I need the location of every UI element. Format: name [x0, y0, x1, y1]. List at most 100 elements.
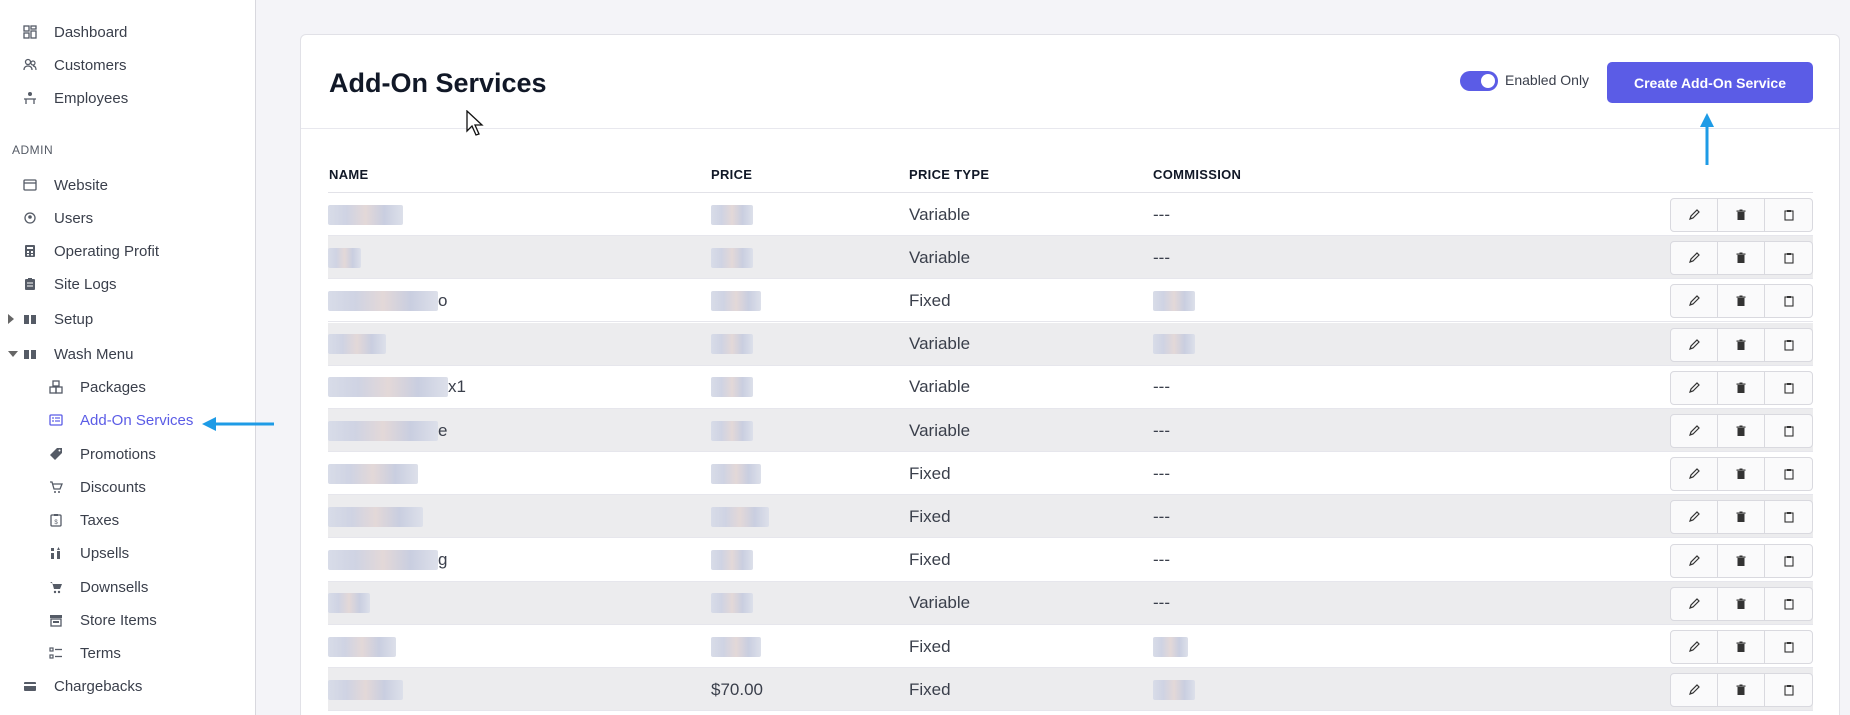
redacted-placeholder	[711, 636, 761, 657]
sidebar-item-add-on-services[interactable]: Add-On Services	[0, 408, 193, 432]
delete-button[interactable]	[1718, 501, 1765, 534]
copy-button[interactable]	[1765, 329, 1812, 361]
table-row[interactable]: e Variable ---	[328, 409, 1813, 452]
edit-button[interactable]	[1671, 199, 1718, 231]
sidebar-item-chargebacks[interactable]: Chargebacks	[0, 674, 142, 698]
sidebar-item-dashboard[interactable]: Dashboard	[0, 20, 127, 44]
sidebar-item-site-logs[interactable]: Site Logs	[0, 272, 117, 296]
delete-button[interactable]	[1718, 587, 1765, 620]
cell-price-type: Variable	[909, 247, 971, 267]
copy-button[interactable]	[1765, 372, 1812, 404]
copy-button[interactable]	[1765, 242, 1812, 274]
cell-price-text: $70.00	[711, 679, 763, 699]
edit-button[interactable]	[1671, 544, 1718, 577]
create-add-on-service-button[interactable]: Create Add-On Service	[1607, 62, 1813, 103]
cell-price-type: Fixed	[909, 463, 951, 483]
copy-button[interactable]	[1765, 588, 1812, 620]
delete-button[interactable]	[1718, 674, 1765, 707]
delete-button[interactable]	[1718, 199, 1765, 231]
chevron-down-icon[interactable]	[8, 351, 18, 357]
delete-button[interactable]	[1718, 458, 1765, 491]
sidebar-item-store-items[interactable]: Store Items	[0, 608, 157, 632]
row-actions	[1670, 370, 1813, 405]
delete-button[interactable]	[1718, 328, 1765, 361]
edit-button[interactable]	[1671, 415, 1718, 447]
sidebar-item-customers[interactable]: Customers	[0, 53, 127, 77]
sidebar-item-taxes[interactable]: $ Taxes	[0, 508, 119, 532]
column-header-price-type[interactable]: PRICE TYPE	[909, 167, 989, 182]
edit-button[interactable]	[1671, 458, 1718, 491]
edit-button[interactable]	[1671, 587, 1718, 620]
edit-button[interactable]	[1671, 242, 1718, 275]
sidebar-item-label: Downsells	[80, 578, 149, 596]
column-header-name[interactable]: NAME	[329, 167, 368, 182]
users-icon	[22, 210, 38, 226]
cell-price-type: Fixed	[909, 550, 951, 570]
sidebar-item-employees[interactable]: Employees	[0, 86, 128, 110]
table-row[interactable]: x1 Variable ---	[328, 366, 1813, 409]
copy-button[interactable]	[1765, 458, 1812, 490]
table-row[interactable]: Variable ---	[328, 581, 1813, 625]
table-row[interactable]: $70.00 Fixed	[328, 668, 1813, 712]
employees-icon	[22, 90, 38, 106]
sidebar-item-wash-menu[interactable]: Wash Menu	[0, 342, 133, 366]
delete-button[interactable]	[1718, 631, 1765, 663]
copy-button[interactable]	[1765, 631, 1812, 663]
delete-button[interactable]	[1718, 544, 1765, 577]
sidebar-item-label: Store Items	[80, 611, 157, 629]
enabled-only-toggle[interactable]	[1460, 71, 1498, 91]
copy-button[interactable]	[1765, 285, 1812, 317]
sidebar-item-upsells[interactable]: Upsells	[0, 541, 129, 565]
column-header-price[interactable]: PRICE	[711, 167, 752, 182]
table-row[interactable]: Fixed ---	[328, 452, 1813, 496]
edit-button[interactable]	[1671, 328, 1718, 361]
row-actions	[1670, 284, 1813, 319]
delete-button[interactable]	[1718, 371, 1765, 404]
table-row[interactable]: Variable ---	[328, 193, 1813, 236]
mouse-cursor-icon	[466, 110, 484, 136]
sidebar-item-website[interactable]: Website	[0, 173, 108, 197]
edit-button[interactable]	[1671, 501, 1718, 534]
sidebar-item-packages[interactable]: Packages	[0, 375, 146, 399]
cell-commission: ---	[1153, 582, 1170, 625]
cell-commission: ---	[1153, 236, 1170, 279]
table-row[interactable]: o Fixed	[328, 279, 1813, 323]
pencil-icon	[1688, 511, 1700, 523]
sidebar-item-promotions[interactable]: Promotions	[0, 442, 156, 466]
sidebar-item-downsells[interactable]: Downsells	[0, 575, 148, 599]
edit-button[interactable]	[1671, 371, 1718, 404]
table-row[interactable]: Fixed ---	[328, 495, 1813, 539]
sidebar-item-operating-profit[interactable]: Operating Profit	[0, 239, 159, 263]
row-actions	[1670, 198, 1813, 232]
delete-button[interactable]	[1718, 242, 1765, 275]
sidebar-item-users[interactable]: Users	[0, 206, 93, 230]
copy-button[interactable]	[1765, 674, 1812, 706]
store-icon	[48, 612, 64, 628]
table-row[interactable]: Variable ---	[328, 236, 1813, 280]
edit-button[interactable]	[1671, 631, 1718, 663]
copy-button[interactable]	[1765, 545, 1812, 577]
table-row[interactable]: g Fixed ---	[328, 539, 1813, 582]
pencil-icon	[1688, 295, 1700, 307]
edit-button[interactable]	[1671, 285, 1718, 318]
delete-button[interactable]	[1718, 285, 1765, 318]
sidebar-item-discounts[interactable]: Discounts	[0, 475, 146, 499]
redacted-placeholder	[1153, 334, 1195, 355]
sidebar-item-setup[interactable]: Setup	[0, 307, 93, 331]
pencil-icon	[1688, 641, 1700, 653]
redacted-placeholder	[328, 593, 370, 614]
copy-button[interactable]	[1765, 199, 1812, 231]
sidebar-item-terms[interactable]: Terms	[0, 641, 121, 665]
cell-price	[711, 366, 753, 409]
copy-button[interactable]	[1765, 415, 1812, 447]
chevron-right-icon[interactable]	[8, 314, 14, 324]
table-row[interactable]: Fixed	[328, 625, 1813, 668]
column-header-commission[interactable]: COMMISSION	[1153, 167, 1241, 182]
table-row[interactable]: Variable	[328, 322, 1813, 366]
edit-button[interactable]	[1671, 674, 1718, 707]
cell-price: $70.00	[711, 668, 763, 711]
cell-price	[711, 409, 753, 452]
copy-button[interactable]	[1765, 501, 1812, 533]
delete-button[interactable]	[1718, 415, 1765, 447]
clipboard-icon	[1783, 425, 1795, 437]
